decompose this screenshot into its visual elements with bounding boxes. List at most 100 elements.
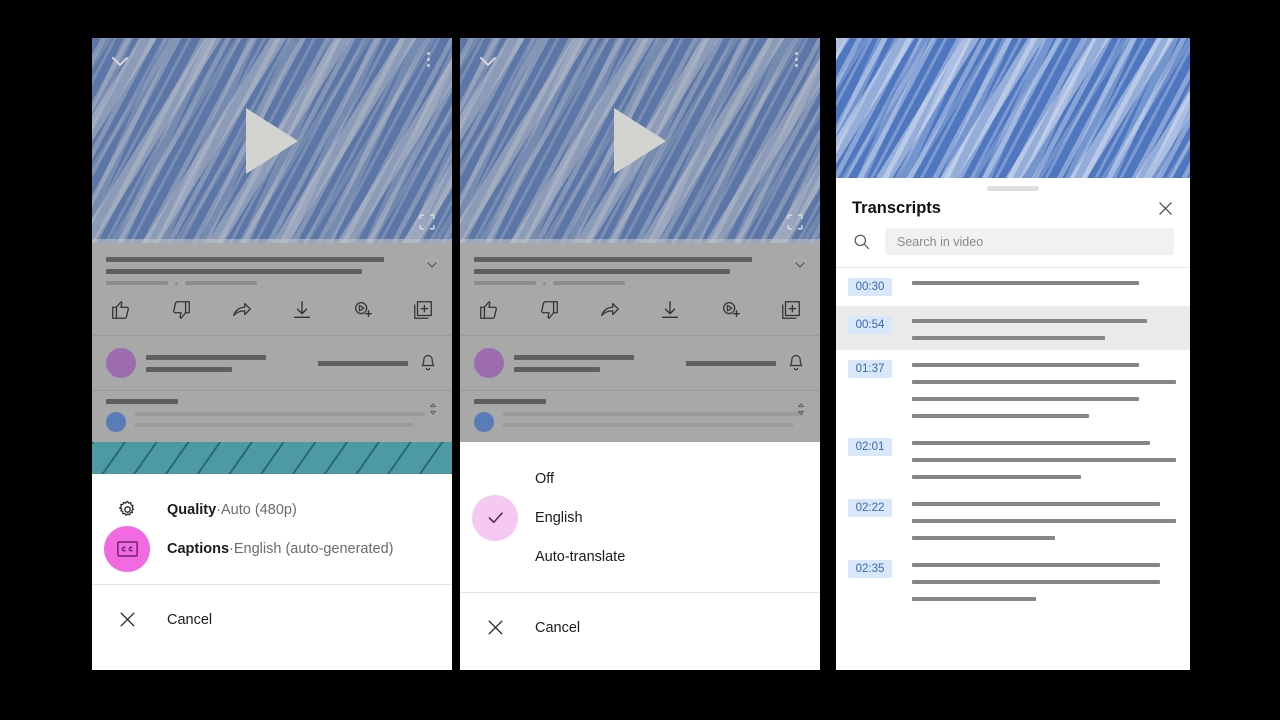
- caption-option-off[interactable]: Off: [460, 459, 820, 498]
- transcript-row[interactable]: 01:37: [836, 350, 1190, 428]
- video-title-line: [106, 269, 362, 274]
- sort-icon[interactable]: [426, 401, 440, 417]
- close-icon[interactable]: [1157, 200, 1174, 217]
- transcript-row[interactable]: 02:01: [836, 428, 1190, 489]
- kebab-menu-icon[interactable]: [795, 52, 798, 67]
- transcript-text-line: [912, 414, 1089, 418]
- transcript-text: [912, 560, 1176, 601]
- save-icon[interactable]: [412, 299, 434, 321]
- video-title-line: [106, 257, 384, 262]
- transcript-row[interactable]: 02:35: [836, 550, 1190, 611]
- like-icon[interactable]: [110, 299, 132, 321]
- share-icon[interactable]: [599, 299, 621, 321]
- search-icon[interactable]: [852, 232, 871, 251]
- video-details-1: [92, 243, 452, 474]
- video-player-3[interactable]: [836, 38, 1190, 178]
- transcript-text: [912, 278, 1176, 296]
- transcript-text-line: [912, 397, 1140, 401]
- transcript-text-line: [912, 458, 1176, 462]
- sheet-item-quality-label: Quality·Auto (480p): [167, 502, 297, 518]
- phone-panel-captions-picker: Off English Auto-translate Cancel: [460, 38, 820, 670]
- transcript-timestamp[interactable]: 02:22: [848, 499, 892, 517]
- search-input[interactable]: Search in video: [885, 228, 1174, 255]
- channel-name-placeholder: [146, 354, 266, 360]
- sheet-item-captions-label: Captions·English (auto-generated): [167, 541, 393, 557]
- expand-description-chevron-icon[interactable]: [424, 257, 440, 273]
- commenter-avatar: [106, 412, 126, 432]
- subscribe-button-placeholder[interactable]: [686, 360, 776, 366]
- transcript-text-line: [912, 519, 1176, 523]
- comments-preview-1[interactable]: [92, 391, 452, 442]
- bell-icon[interactable]: [418, 353, 438, 373]
- bell-icon[interactable]: [786, 353, 806, 373]
- subscribe-button-placeholder[interactable]: [318, 360, 408, 366]
- caption-option-auto-translate[interactable]: Auto-translate: [460, 537, 820, 576]
- chevron-down-icon[interactable]: [108, 50, 132, 74]
- comment-text-line: [503, 423, 793, 427]
- sheet-item-quality[interactable]: Quality·Auto (480p): [92, 490, 452, 529]
- action-bar-1: [92, 285, 452, 335]
- share-icon[interactable]: [231, 299, 253, 321]
- quality-title: Quality: [167, 501, 217, 518]
- channel-avatar[interactable]: [474, 348, 504, 378]
- download-icon[interactable]: [659, 299, 681, 321]
- transcript-timestamp[interactable]: 01:37: [848, 360, 892, 378]
- transcript-text-line: [912, 441, 1150, 445]
- play-icon[interactable]: [246, 107, 298, 174]
- transcript-row[interactable]: 02:22: [836, 489, 1190, 550]
- download-icon[interactable]: [291, 299, 313, 321]
- transcript-text: [912, 499, 1176, 540]
- channel-row-1[interactable]: [92, 336, 452, 390]
- transcript-row[interactable]: 00:30: [836, 268, 1190, 306]
- sheet-item-captions[interactable]: Captions·English (auto-generated): [92, 525, 452, 572]
- transcripts-title: Transcripts: [852, 199, 941, 217]
- screenshot-stage: Quality·Auto (480p) Captions·English (au…: [0, 0, 1280, 720]
- transcript-text-line: [912, 281, 1140, 285]
- subscriber-count-placeholder: [514, 366, 600, 372]
- fullscreen-icon[interactable]: [786, 213, 804, 231]
- caption-option-english[interactable]: English: [460, 494, 820, 541]
- transcript-text-line: [912, 319, 1147, 323]
- channel-avatar[interactable]: [106, 348, 136, 378]
- fullscreen-icon[interactable]: [418, 213, 436, 231]
- comments-preview-2[interactable]: [460, 391, 820, 442]
- transcript-timestamp[interactable]: 00:54: [848, 316, 892, 334]
- transcript-list[interactable]: 00:30 00:54 01:37 02:01 02:22 02:35: [836, 268, 1190, 670]
- transcript-timestamp[interactable]: 02:35: [848, 560, 892, 578]
- channel-info: [514, 354, 676, 372]
- sheet-divider: [460, 592, 820, 593]
- upload-date-placeholder: [553, 281, 625, 285]
- transcript-text-line: [912, 580, 1161, 584]
- save-icon[interactable]: [780, 299, 802, 321]
- dislike-icon[interactable]: [170, 299, 192, 321]
- sheet-divider: [92, 584, 452, 585]
- chevron-down-icon[interactable]: [476, 50, 500, 74]
- transcript-text-line: [912, 536, 1055, 540]
- transcript-text-line: [912, 336, 1105, 340]
- video-player-2[interactable]: [460, 38, 820, 243]
- captions-value: English (auto-generated): [233, 540, 394, 557]
- view-count-placeholder: [106, 281, 168, 285]
- sheet-item-cancel-1[interactable]: Cancel: [92, 600, 452, 639]
- transcripts-header: Transcripts: [836, 195, 1190, 224]
- comment-preview: [474, 412, 806, 432]
- expand-description-chevron-icon[interactable]: [792, 257, 808, 273]
- sort-icon[interactable]: [794, 401, 808, 417]
- video-stats: [106, 281, 438, 285]
- remix-icon[interactable]: [720, 299, 742, 321]
- like-icon[interactable]: [478, 299, 500, 321]
- transcript-timestamp[interactable]: 00:30: [848, 278, 892, 296]
- play-icon[interactable]: [614, 107, 666, 174]
- video-player-1[interactable]: [92, 38, 452, 243]
- transcript-timestamp[interactable]: 02:01: [848, 438, 892, 456]
- kebab-menu-icon[interactable]: [427, 52, 430, 67]
- comment-preview: [106, 412, 438, 432]
- sheet-item-cancel-2[interactable]: Cancel: [460, 608, 820, 647]
- remix-icon[interactable]: [352, 299, 374, 321]
- quality-value: Auto (480p): [221, 501, 297, 518]
- transcript-row[interactable]: 00:54: [836, 306, 1190, 350]
- channel-row-2[interactable]: [460, 336, 820, 390]
- dislike-icon[interactable]: [538, 299, 560, 321]
- phone-panel-settings: Quality·Auto (480p) Captions·English (au…: [92, 38, 452, 670]
- drag-handle[interactable]: [987, 186, 1039, 191]
